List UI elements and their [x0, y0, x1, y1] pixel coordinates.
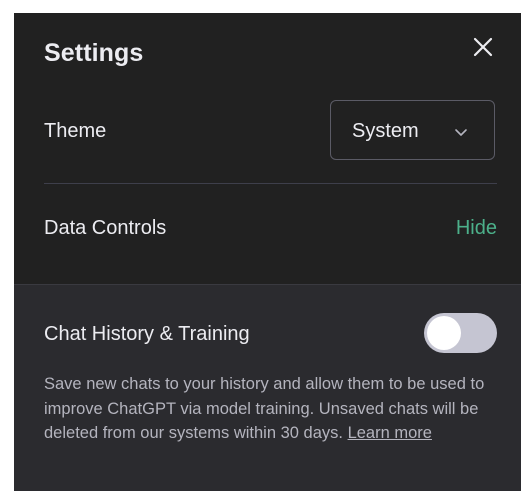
chat-history-description: Save new chats to your history and allow…: [44, 372, 494, 446]
data-controls-hide-button[interactable]: Hide: [456, 217, 497, 240]
data-controls-row: Data Controls Hide: [44, 213, 497, 245]
chevron-down-icon: [454, 125, 468, 136]
data-controls-label: Data Controls: [44, 217, 167, 239]
dialog-title: Settings: [44, 39, 144, 67]
data-controls-panel: Chat History & Training Save new chats t…: [14, 284, 521, 491]
chat-history-toggle[interactable]: [424, 313, 497, 353]
learn-more-link[interactable]: Learn more: [348, 424, 432, 442]
section-divider: [44, 183, 497, 184]
close-icon[interactable]: [472, 36, 494, 58]
theme-select[interactable]: System: [330, 100, 495, 160]
theme-label: Theme: [44, 120, 107, 142]
chat-history-label: Chat History & Training: [44, 323, 250, 345]
settings-dialog: Settings Theme System Data Controls Hide…: [14, 13, 521, 491]
chat-history-row: Chat History & Training: [44, 313, 497, 355]
toggle-knob: [427, 316, 461, 350]
theme-setting-row: Theme System: [44, 100, 497, 162]
theme-select-value: System: [352, 120, 419, 142]
dialog-header: Settings: [14, 13, 521, 85]
